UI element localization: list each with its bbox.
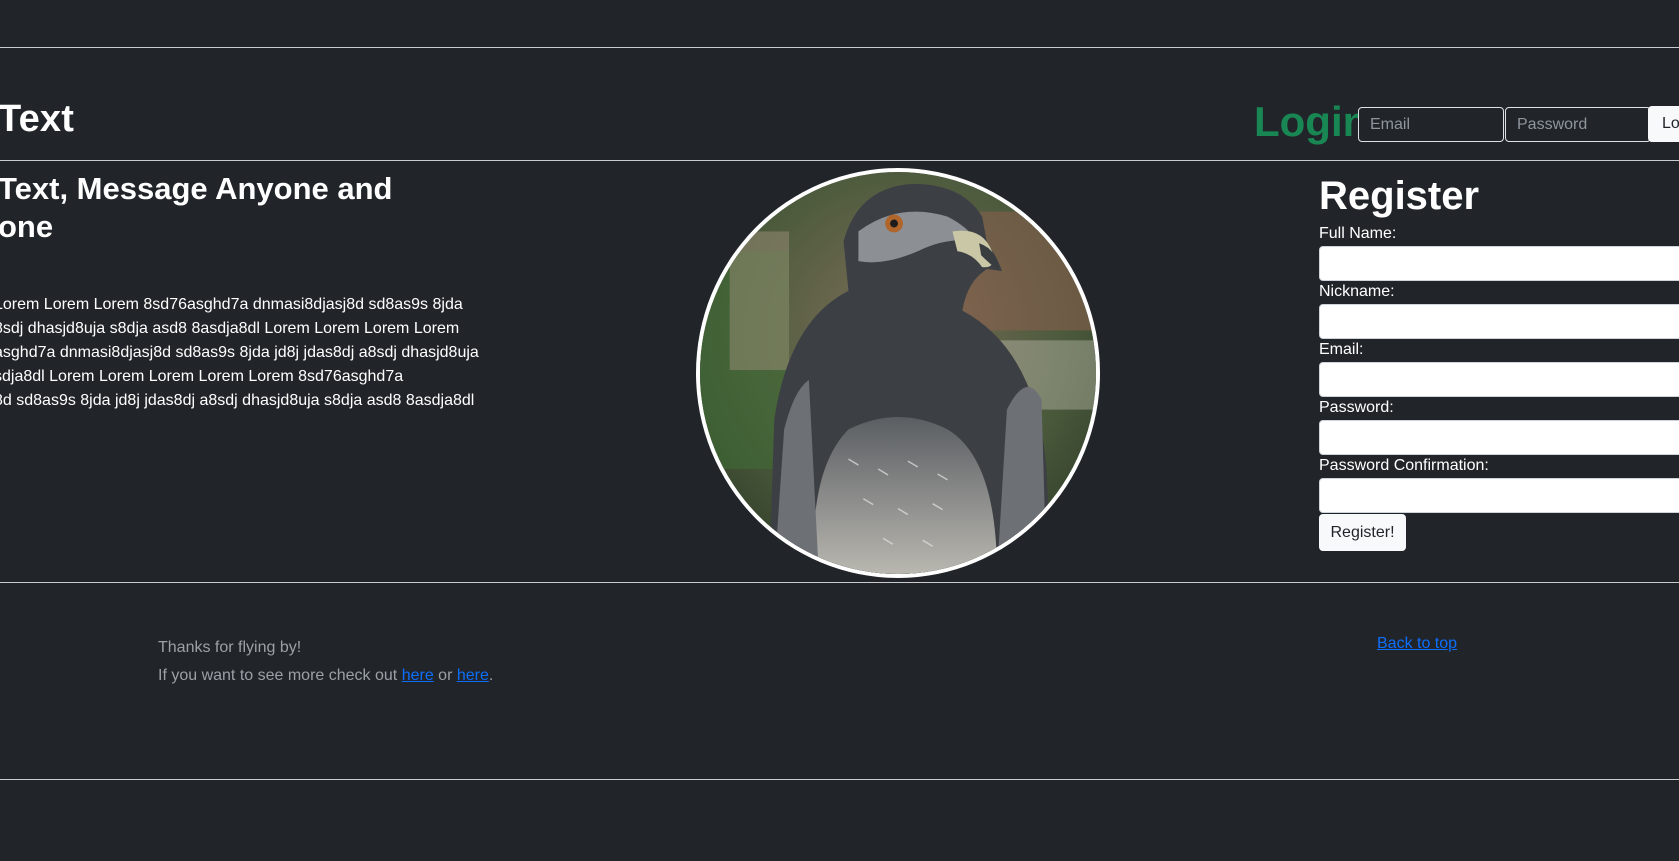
content-divider (0, 582, 1679, 583)
email-label: Email: (1319, 341, 1364, 358)
footer-or-text: or (433, 667, 457, 684)
nickname-input[interactable] (1319, 304, 1679, 339)
password-input[interactable] (1319, 420, 1679, 455)
page: Text Login Log Text, Message Anyone and … (0, 0, 1679, 861)
login-title: Login (1254, 98, 1369, 145)
footer-more: If you want to see more check out here o… (158, 662, 493, 690)
register-button[interactable]: Register! (1319, 514, 1406, 551)
header-divider (0, 160, 1679, 161)
hero-body-text: Lorem Lorem Lorem 8sd76asghd7a dnmasi8dj… (0, 293, 484, 413)
bottom-divider (0, 779, 1679, 780)
login-password-input[interactable] (1505, 107, 1651, 142)
hero-body-line: asghd7a dnmasi8djasj8d sd8as9s 8jda jd8j… (0, 344, 479, 361)
hero-headline: Text, Message Anyone and one (0, 170, 398, 246)
back-to-top-link[interactable]: Back to top (1377, 634, 1457, 654)
brand-title: Text (0, 98, 75, 140)
nickname-label: Nickname: (1319, 283, 1395, 300)
password-confirmation-label: Password Confirmation: (1319, 457, 1489, 474)
login-email-input[interactable] (1358, 107, 1504, 142)
footer-link-here-1[interactable]: here (402, 667, 434, 684)
hero-headline-line: Text, Message Anyone and (0, 171, 393, 206)
full-name-input[interactable] (1319, 246, 1679, 281)
login-button[interactable]: Log (1648, 106, 1679, 142)
register-title: Register (1319, 174, 1480, 218)
password-confirmation-input[interactable] (1319, 478, 1679, 513)
footer-thanks: Thanks for flying by! (158, 639, 302, 656)
footer-more-prefix: If you want to see more check out (158, 667, 402, 684)
hero-body-line: sdja8dl Lorem Lorem Lorem Lorem Lorem 8s… (0, 368, 404, 385)
hero-body-line: 8d sd8as9s 8jda jd8j jdas8dj a8sdj dhasj… (0, 392, 475, 409)
password-label: Password: (1319, 399, 1394, 416)
hero-headline-line: one (0, 209, 54, 244)
eagle-photo (696, 168, 1100, 578)
email-input[interactable] (1319, 362, 1679, 397)
hero-body-line: 8sdj dhasjd8uja s8dja asd8 8asdja8dl Lor… (0, 320, 460, 337)
hero-body-line: Lorem Lorem Lorem 8sd76asghd7a dnmasi8dj… (0, 296, 463, 313)
footer-text: Thanks for flying by! If you want to see… (158, 634, 493, 690)
top-divider (0, 47, 1679, 48)
full-name-label: Full Name: (1319, 225, 1397, 242)
footer-link-here-2[interactable]: here (457, 667, 489, 684)
footer-period: . (488, 667, 494, 684)
register-form: Register Full Name: Nickname: Email: Pas… (1319, 174, 1679, 551)
